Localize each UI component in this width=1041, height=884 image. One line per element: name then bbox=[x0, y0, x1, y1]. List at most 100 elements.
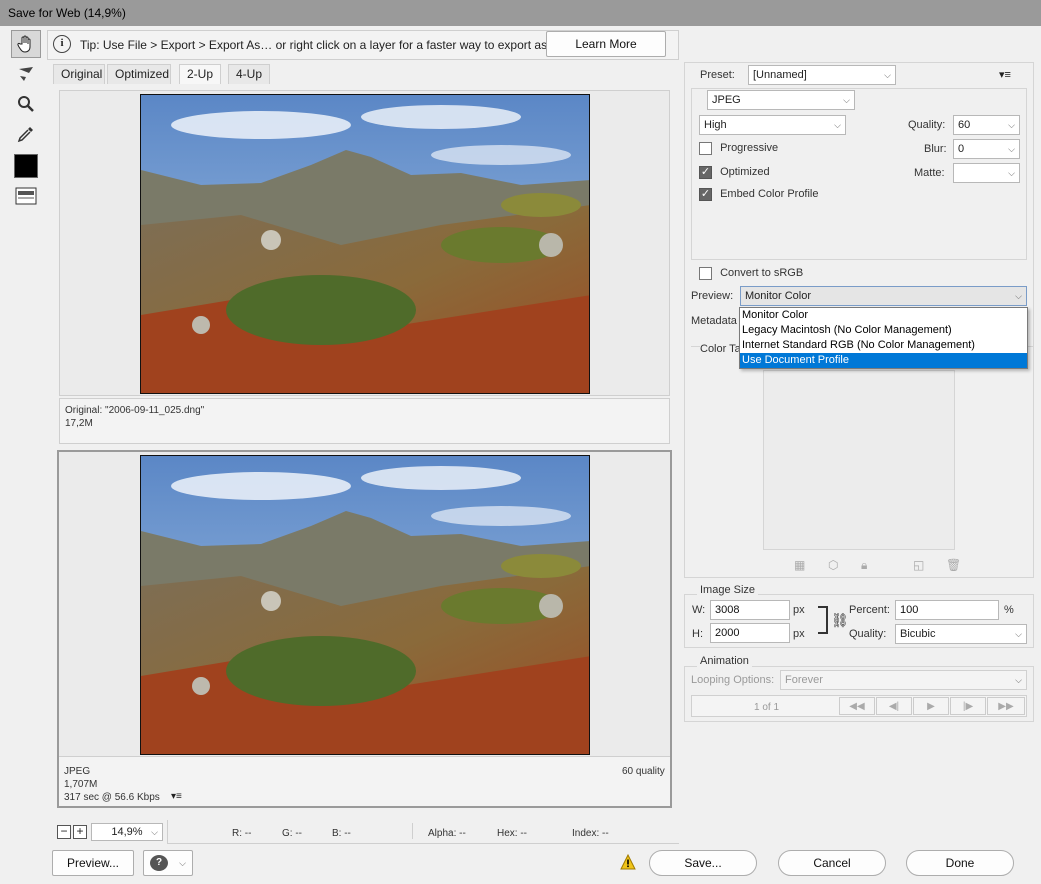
browser-select-button[interactable]: ? ⌵ bbox=[143, 850, 193, 876]
convert-srgb-checkbox[interactable]: Convert to sRGB bbox=[699, 267, 803, 280]
chevron-down-icon: ⌵ bbox=[1008, 120, 1015, 130]
toolbox bbox=[8, 30, 44, 212]
hand-tool[interactable] bbox=[11, 30, 41, 58]
tab-original[interactable]: Original bbox=[53, 64, 105, 84]
quality-label: Quality: bbox=[908, 119, 946, 131]
cancel-button[interactable]: Cancel bbox=[778, 850, 886, 876]
slice-select-icon bbox=[19, 67, 33, 81]
zoom-level-value: 14,9% bbox=[111, 826, 143, 838]
color-table-label: Color Ta bbox=[700, 343, 744, 355]
percent-label: Percent: bbox=[849, 604, 890, 616]
blur-input[interactable]: 0 ⌵ bbox=[953, 139, 1020, 159]
eyedropper-tool[interactable] bbox=[11, 120, 41, 148]
tab-2up[interactable]: 2-Up bbox=[179, 64, 221, 84]
preview-select[interactable]: Monitor Color ⌵ bbox=[740, 286, 1027, 306]
convert-srgb-checkbox-box bbox=[699, 267, 712, 280]
width-input[interactable]: 3008 bbox=[710, 600, 790, 620]
color-table-grid[interactable] bbox=[763, 370, 955, 550]
chevron-down-icon: ⌵ bbox=[151, 827, 158, 837]
convert-srgb-label: Convert to sRGB bbox=[720, 267, 804, 280]
width-label: W: bbox=[692, 604, 706, 616]
optimize-menu-icon[interactable]: ▾≡ bbox=[999, 68, 1011, 81]
download-speed-menu-icon[interactable]: ▾≡ bbox=[171, 791, 182, 802]
status-divider bbox=[412, 823, 413, 839]
preview-option-internet-standard-rgb[interactable]: Internet Standard RGB (No Color Manageme… bbox=[740, 338, 1027, 353]
preset-select[interactable]: [Unnamed] ⌵ bbox=[748, 65, 896, 85]
link-icon[interactable]: ⛓︎ bbox=[831, 612, 849, 629]
progressive-checkbox-box bbox=[699, 142, 712, 155]
readout-g: G: -- bbox=[282, 828, 302, 839]
learn-more-button[interactable]: Learn More bbox=[546, 31, 666, 57]
eyedropper-color-swatch[interactable] bbox=[11, 152, 41, 180]
toggle-slices-button[interactable] bbox=[11, 182, 41, 210]
preview-label: Preview: bbox=[691, 290, 734, 302]
height-input[interactable]: 2000 bbox=[710, 623, 790, 643]
optimized-quality: 60 quality bbox=[622, 766, 665, 777]
play-button[interactable]: ▶ bbox=[913, 697, 949, 715]
slice-select-tool[interactable] bbox=[11, 60, 41, 88]
zoom-tool[interactable] bbox=[11, 90, 41, 118]
resample-quality-select[interactable]: Bicubic ⌵ bbox=[895, 624, 1027, 644]
next-frame-button[interactable]: |▶ bbox=[950, 697, 986, 715]
zoom-icon bbox=[18, 96, 34, 112]
compression-quality-select[interactable]: High ⌵ bbox=[699, 115, 846, 135]
optimized-format: JPEG bbox=[64, 766, 91, 777]
image-size-title: Image Size bbox=[697, 584, 759, 596]
readout-b: B: -- bbox=[332, 828, 351, 839]
original-info-panel: Original: "2006-09-11_025.dng" 17,2M bbox=[59, 398, 670, 444]
cube-icon[interactable]: ⬡ bbox=[828, 558, 838, 572]
browser-icon: ? bbox=[150, 855, 168, 871]
last-frame-button[interactable]: ▶▶ bbox=[987, 697, 1025, 715]
format-select[interactable]: JPEG ⌵ bbox=[707, 90, 855, 110]
chevron-down-icon: ⌵ bbox=[1015, 291, 1022, 301]
preview-in-browser-button[interactable]: Preview... bbox=[52, 850, 134, 876]
readout-r: R: -- bbox=[232, 828, 252, 839]
width-unit: px bbox=[793, 604, 805, 616]
new-color-icon[interactable]: ◱ bbox=[913, 558, 924, 572]
chevron-down-icon: ⌵ bbox=[843, 95, 850, 105]
percent-input[interactable]: 100 bbox=[895, 600, 999, 620]
previous-frame-button[interactable]: ◀| bbox=[876, 697, 912, 715]
slices-visibility-icon bbox=[15, 187, 37, 205]
quality-value: 60 bbox=[958, 119, 971, 131]
optimized-preview-pane[interactable]: JPEG 1,707M 317 sec @ 56.6 Kbps ▾≡ 60 qu… bbox=[57, 450, 672, 808]
done-button[interactable]: Done bbox=[906, 850, 1014, 876]
embed-color-profile-checkbox[interactable]: ✓ Embed Color Profile bbox=[699, 188, 819, 201]
readout-alpha: Alpha: -- bbox=[428, 828, 466, 839]
web-shift-icon[interactable]: ▦ bbox=[794, 558, 805, 572]
preview-option-use-document-profile[interactable]: Use Document Profile bbox=[740, 353, 1027, 368]
optimized-info-panel: JPEG 1,707M 317 sec @ 56.6 Kbps ▾≡ 60 qu… bbox=[59, 756, 670, 806]
constrain-bracket bbox=[818, 606, 828, 634]
window-title: Save for Web (14,9%) bbox=[0, 0, 1041, 26]
preview-option-monitor-color[interactable]: Monitor Color bbox=[740, 308, 1027, 323]
chevron-down-icon: ⌵ bbox=[884, 70, 891, 80]
chevron-down-icon: ⌵ bbox=[1015, 675, 1022, 685]
original-image bbox=[140, 94, 590, 394]
embed-color-profile-label: Embed Color Profile bbox=[720, 188, 819, 201]
preview-option-legacy-macintosh[interactable]: Legacy Macintosh (No Color Management) bbox=[740, 323, 1027, 338]
check-icon: ✓ bbox=[699, 166, 712, 179]
trash-icon[interactable]: 🗑︎ bbox=[946, 558, 961, 572]
tab-4up[interactable]: 4-Up bbox=[228, 64, 270, 84]
tab-optimized[interactable]: Optimized bbox=[107, 64, 171, 84]
original-preview-pane[interactable] bbox=[59, 90, 670, 396]
matte-select[interactable]: ⌵ bbox=[953, 163, 1020, 183]
lock-icon[interactable]: 🔒︎ bbox=[861, 558, 867, 573]
original-filesize: 17,2M bbox=[65, 418, 93, 429]
zoom-out-button[interactable]: − bbox=[57, 825, 71, 839]
zoom-level-select[interactable]: 14,9% ⌵ bbox=[91, 823, 163, 841]
hand-icon bbox=[17, 35, 31, 53]
quality-input[interactable]: 60 ⌵ bbox=[953, 115, 1020, 135]
optimized-checkbox[interactable]: ✓ Optimized bbox=[699, 166, 770, 179]
progressive-checkbox[interactable]: Progressive bbox=[699, 142, 778, 155]
looping-options-select[interactable]: Forever ⌵ bbox=[780, 670, 1027, 690]
looping-options-label: Looping Options: bbox=[691, 674, 775, 686]
first-frame-button[interactable]: ◀◀ bbox=[839, 697, 875, 715]
zoom-in-button[interactable]: + bbox=[73, 825, 87, 839]
optimized-label: Optimized bbox=[720, 166, 770, 179]
resample-quality-value: Bicubic bbox=[900, 628, 936, 640]
blur-label: Blur: bbox=[924, 143, 947, 155]
format-value: JPEG bbox=[712, 94, 741, 106]
save-button[interactable]: Save... bbox=[649, 850, 757, 876]
optimized-filesize: 1,707M bbox=[64, 779, 98, 790]
